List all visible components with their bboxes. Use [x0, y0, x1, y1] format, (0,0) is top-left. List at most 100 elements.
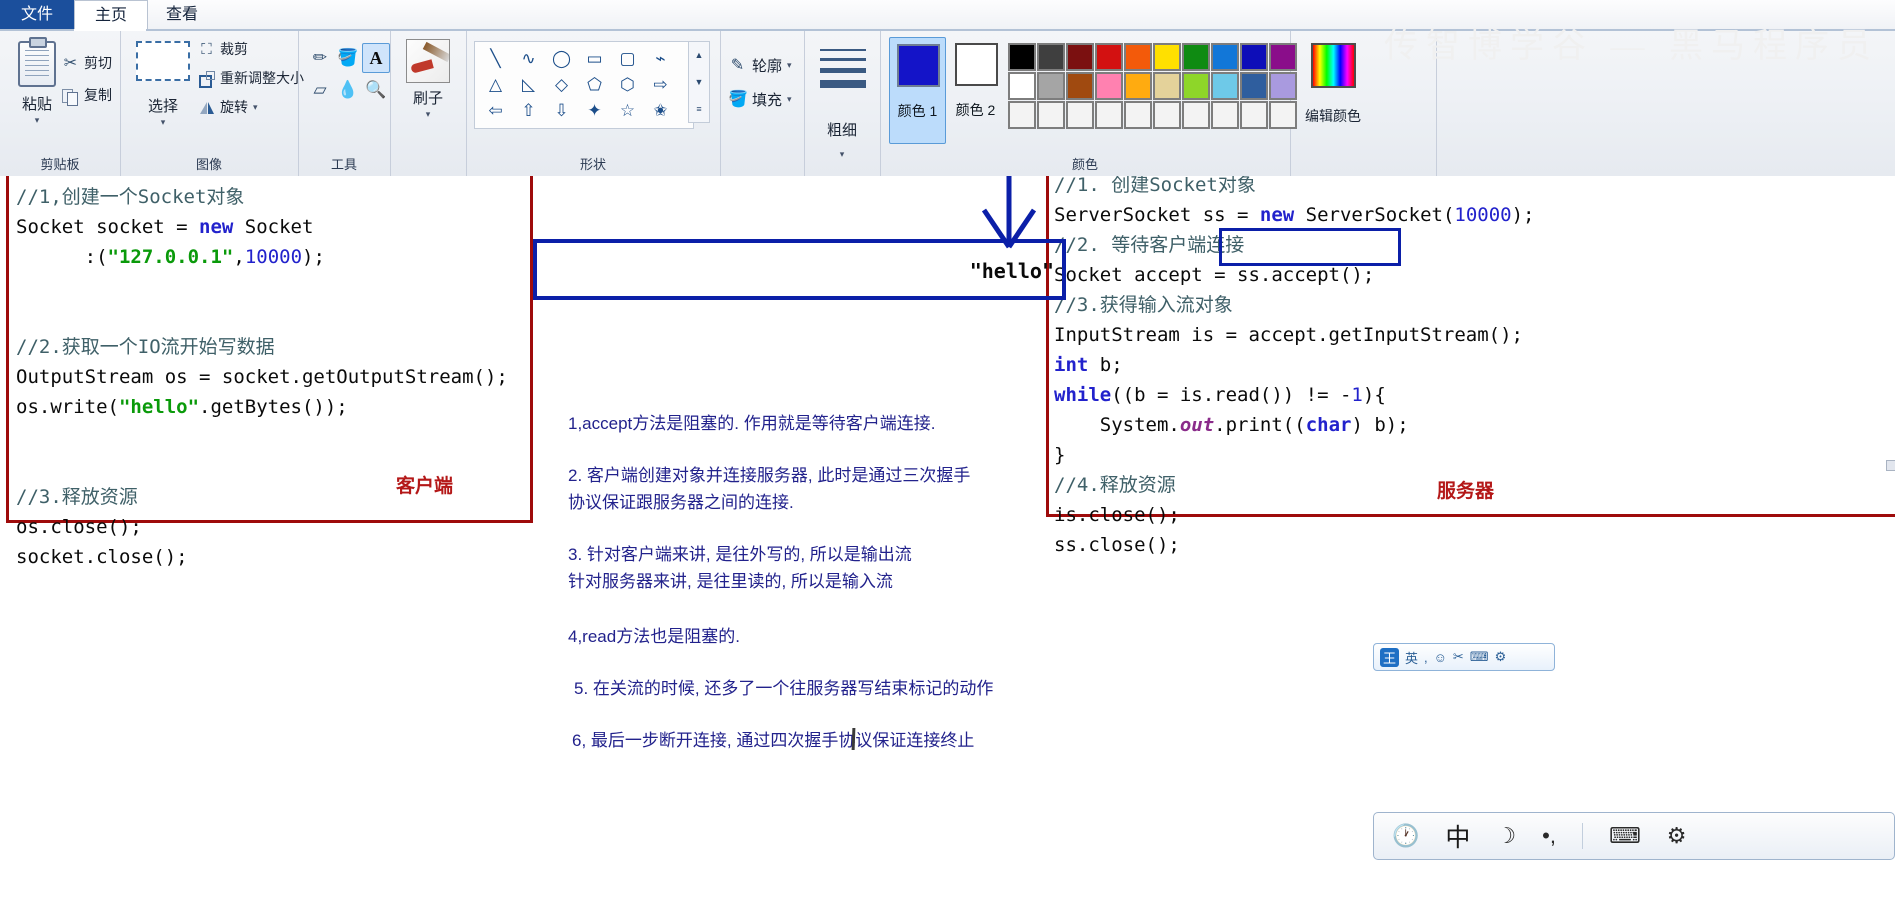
palette-swatch-r3-c8[interactable] [1211, 101, 1239, 129]
color2-button[interactable]: 颜色 2 [948, 37, 1003, 142]
keyboard-icon[interactable]: ⌨ [1609, 823, 1641, 849]
palette-swatch-r3-c5[interactable] [1124, 101, 1152, 129]
line-thickness-icon[interactable] [820, 49, 866, 95]
brush-button[interactable]: 刷子 ▾ [403, 39, 453, 119]
smiley-icon[interactable]: ☺ [1434, 650, 1447, 665]
palette-swatch-r2-c5[interactable] [1124, 72, 1152, 100]
fill-button[interactable]: 🪣 填充 ▾ [728, 89, 792, 110]
shape-polygon-icon[interactable]: ⌁ [644, 45, 677, 71]
palette-swatch-r1-c4[interactable] [1095, 43, 1123, 71]
pencil-icon[interactable]: ✏ [306, 43, 334, 73]
chinese-mode-label[interactable]: 中 [1445, 818, 1470, 854]
shape-up-arrow-icon[interactable]: ⇧ [512, 97, 545, 123]
eraser-icon[interactable]: ▱ [306, 75, 334, 105]
palette-swatch-r1-c8[interactable] [1211, 43, 1239, 71]
palette-swatch-r2-c6[interactable] [1153, 72, 1181, 100]
palette-swatch-r1-c9[interactable] [1240, 43, 1268, 71]
resize-button[interactable]: 重新调整大小 [198, 68, 304, 88]
shape-right-triangle-icon[interactable]: ◺ [512, 71, 545, 97]
shape-hexagon-icon[interactable]: ⬡ [611, 71, 644, 97]
keyboard-icon[interactable]: ⌨ [1470, 649, 1489, 665]
size-chevron-down-icon[interactable]: ▾ [804, 150, 880, 159]
palette-swatch-r2-c7[interactable] [1182, 72, 1210, 100]
drawing-canvas[interactable]: //1,创建一个Socket对象 Socket socket = new Soc… [0, 176, 1895, 916]
shape-diamond-icon[interactable]: ◇ [545, 71, 578, 97]
clock-icon[interactable]: 🕐 [1392, 823, 1419, 849]
canvas-resize-handle[interactable] [1886, 460, 1895, 471]
copy-button[interactable]: 复制 [62, 85, 120, 106]
shape-right-arrow-icon[interactable]: ⇨ [644, 71, 677, 97]
language-bar[interactable]: 🕐 中 ☽ •, ⌨ ⚙ [1373, 812, 1895, 860]
shape-oval-icon[interactable]: ◯ [545, 45, 578, 71]
shape-five-point-star-icon[interactable]: ☆ [611, 97, 644, 123]
settings-gear-icon[interactable]: ⚙ [1667, 823, 1687, 849]
scroll-up-icon[interactable]: ▲ [695, 50, 704, 60]
brush-chevron-down-icon[interactable]: ▾ [403, 110, 453, 119]
color-picker-icon[interactable]: 💧 [334, 75, 362, 105]
shape-rounded-rect-icon[interactable]: ▢ [611, 45, 644, 71]
palette-swatch-r1-c5[interactable] [1124, 43, 1152, 71]
shape-line-icon[interactable]: ╲ [479, 45, 512, 71]
shape-down-arrow-icon[interactable]: ⇩ [545, 97, 578, 123]
outline-chevron-down-icon[interactable]: ▾ [787, 60, 792, 71]
palette-swatch-r3-c7[interactable] [1182, 101, 1210, 129]
color1-button[interactable]: 颜色 1 [889, 37, 946, 144]
cut-button[interactable]: ✂ 剪切 [62, 53, 120, 73]
tab-file[interactable]: 文件 [0, 0, 74, 30]
palette-swatch-r2-c2[interactable] [1037, 72, 1065, 100]
paste-chevron-down-icon[interactable]: ▾ [8, 116, 66, 125]
shape-left-arrow-icon[interactable]: ⇦ [479, 97, 512, 123]
palette-swatch-r3-c2[interactable] [1037, 101, 1065, 129]
palette-swatch-r1-c7[interactable] [1182, 43, 1210, 71]
shapes-scrollbar[interactable]: ▲ ▼ ≡ [688, 41, 710, 123]
color2-swatch [955, 43, 998, 86]
shape-curve-icon[interactable]: ∿ [512, 45, 545, 71]
rotate-chevron-down-icon[interactable]: ▾ [253, 102, 258, 113]
fill-chevron-down-icon[interactable]: ▾ [787, 94, 792, 105]
palette-swatch-r2-c9[interactable] [1240, 72, 1268, 100]
shape-six-point-star-icon[interactable]: ✬ [644, 97, 677, 123]
palette-swatch-r1-c1[interactable] [1008, 43, 1036, 71]
pencil-outline-icon: ✎ [730, 57, 745, 74]
palette-swatch-r2-c3[interactable] [1066, 72, 1094, 100]
paste-button[interactable]: 粘贴 ▾ [8, 37, 66, 137]
rotate-button[interactable]: 旋转 ▾ [198, 97, 304, 117]
shapes-gallery[interactable]: ╲ ∿ ◯ ▭ ▢ ⌁ △ ◺ ◇ ⬠ ⬡ ⇨ ⇦ ⇧ ⇩ ✦ ☆ ✬ [474, 41, 694, 129]
watermark: 传智博学谷 — 黑马程序员 [1384, 28, 1879, 65]
shape-four-point-star-icon[interactable]: ✦ [578, 97, 611, 123]
shape-triangle-icon[interactable]: △ [479, 71, 512, 97]
punctuation-icon[interactable]: •, [1542, 823, 1556, 849]
palette-swatch-r1-c2[interactable] [1037, 43, 1065, 71]
palette-swatch-r3-c1[interactable] [1008, 101, 1036, 129]
text-tool-icon[interactable]: A [362, 43, 390, 73]
palette-swatch-r2-c8[interactable] [1211, 72, 1239, 100]
settings-icon[interactable]: ⚙ [1495, 649, 1507, 665]
palette-swatch-r1-c6[interactable] [1153, 43, 1181, 71]
crop-button[interactable]: ⛶ 裁剪 [198, 39, 304, 59]
palette-swatch-r3-c3[interactable] [1066, 101, 1094, 129]
palette-swatch-r2-c1[interactable] [1008, 72, 1036, 100]
shape-rect-icon[interactable]: ▭ [578, 45, 611, 71]
tab-view[interactable]: 查看 [146, 0, 218, 30]
comma-icon[interactable]: , [1424, 650, 1428, 665]
palette-swatch-r2-c4[interactable] [1095, 72, 1123, 100]
palette-swatch-r3-c4[interactable] [1095, 101, 1123, 129]
ime-toolbar[interactable]: 王 英 , ☺ ✂ ⌨ ⚙ [1373, 643, 1555, 671]
magnifier-icon[interactable]: 🔍 [362, 75, 390, 105]
fill-bucket-icon[interactable]: 🪣 [334, 43, 362, 73]
moon-icon[interactable]: ☽ [1496, 823, 1516, 849]
palette-swatch-r1-c3[interactable] [1066, 43, 1094, 71]
select-button[interactable]: 选择 ▾ [132, 41, 194, 127]
palette-swatch-r3-c9[interactable] [1240, 101, 1268, 129]
color-palette[interactable] [1008, 43, 1297, 129]
ime-mode-label[interactable]: 英 [1405, 648, 1418, 667]
tab-home[interactable]: 主页 [74, 0, 148, 31]
client-code-blank-2 [16, 456, 27, 478]
shape-pentagon-icon[interactable]: ⬠ [578, 71, 611, 97]
scroll-down-icon[interactable]: ▼ [695, 77, 704, 87]
scissors-icon[interactable]: ✂ [1453, 649, 1464, 665]
palette-swatch-r3-c6[interactable] [1153, 101, 1181, 129]
outline-button[interactable]: ✎ 轮廓 ▾ [728, 55, 792, 76]
scroll-expand-icon[interactable]: ≡ [696, 104, 701, 114]
select-chevron-down-icon[interactable]: ▾ [132, 118, 194, 127]
